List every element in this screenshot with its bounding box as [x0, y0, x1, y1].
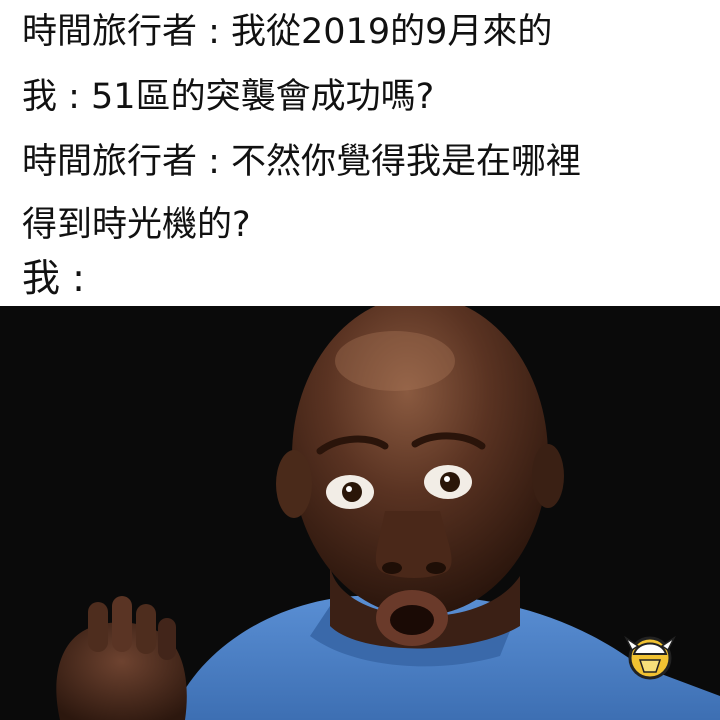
caption-line-4: 得到時光機的?	[22, 205, 251, 245]
meme-caption: 時間旅行者 : 我從2019的9月來的 我 : 51區的突襲會成功嗎? 時間旅行…	[0, 0, 720, 306]
caption-line-3: 時間旅行者 : 不然你覺得我是在哪裡	[22, 142, 582, 182]
caption-line-2: 我 : 51區的突襲會成功嗎?	[22, 77, 435, 117]
caption-line-5: 我 :	[22, 256, 85, 300]
surprised-mouth	[376, 590, 448, 646]
reaction-photo	[0, 306, 720, 720]
surprised-man-illustration	[0, 306, 720, 720]
caption-line-1: 時間旅行者 : 我從2019的9月來的	[22, 12, 553, 52]
